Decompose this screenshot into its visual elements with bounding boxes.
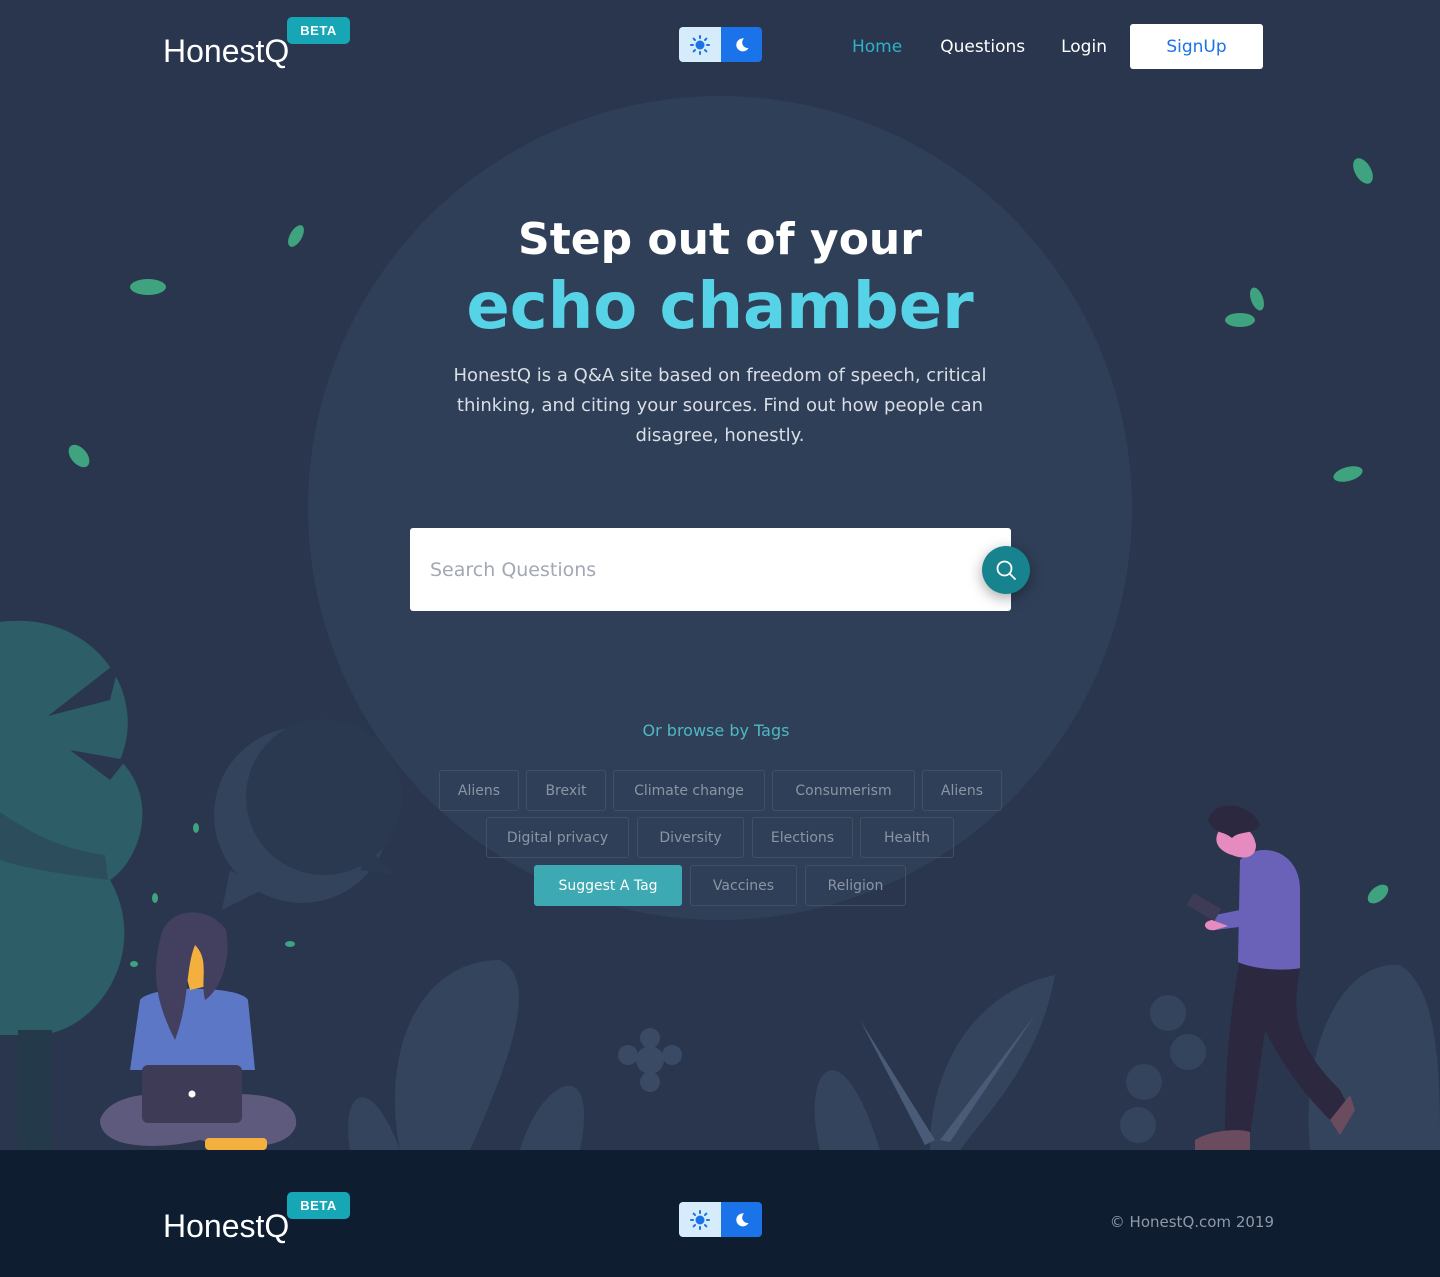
sun-icon: [690, 1209, 710, 1230]
tag-consumerism[interactable]: Consumerism: [772, 770, 915, 811]
suggest-tag-button[interactable]: Suggest A Tag: [534, 865, 682, 906]
search-input[interactable]: [430, 528, 970, 611]
footer-light-theme-button[interactable]: [679, 1202, 721, 1237]
hero-headline-line1: Step out of your: [518, 214, 922, 265]
nav-questions-link[interactable]: Questions: [940, 37, 1025, 57]
tag-elections[interactable]: Elections: [752, 817, 853, 858]
tag-health[interactable]: Health: [860, 817, 954, 858]
theme-toggle[interactable]: [679, 27, 762, 62]
hero-tagline: HonestQ is a Q&A site based on freedom o…: [453, 365, 987, 446]
nav-home-link[interactable]: Home: [852, 37, 902, 57]
copyright-text: © HonestQ.com 2019: [1109, 1213, 1274, 1231]
tag-brexit[interactable]: Brexit: [526, 770, 606, 811]
search-button[interactable]: [982, 546, 1030, 594]
tag-vaccines[interactable]: Vaccines: [690, 865, 797, 906]
beta-badge: BETA: [287, 17, 350, 44]
footer-brand-name: HonestQ: [163, 1208, 290, 1244]
moon-icon: [735, 37, 748, 51]
footer-theme-toggle[interactable]: [679, 1202, 762, 1237]
tag-climate-change[interactable]: Climate change: [613, 770, 765, 811]
search-icon: [996, 560, 1016, 580]
hero-headline-line2: echo chamber: [466, 270, 974, 344]
main-nav: Home Questions Login SignUp: [830, 24, 1263, 69]
search-box: [410, 528, 1011, 611]
nav-login-link[interactable]: Login: [1061, 37, 1107, 57]
tag-aliens-2[interactable]: Aliens: [922, 770, 1002, 811]
hero-section: HonestQ BETA Home Questions Login SignUp…: [0, 0, 1440, 1150]
light-theme-button[interactable]: [679, 27, 721, 62]
brand-name: HonestQ: [163, 33, 290, 69]
sun-icon: [690, 34, 710, 55]
signup-button[interactable]: SignUp: [1129, 24, 1263, 69]
footer-beta-badge: BETA: [287, 1192, 350, 1219]
dark-theme-button[interactable]: [721, 27, 762, 62]
tag-digital-privacy[interactable]: Digital privacy: [486, 817, 629, 858]
moon-icon: [735, 1212, 748, 1226]
tag-diversity[interactable]: Diversity: [637, 817, 744, 858]
browse-tags-label: Or browse by Tags: [642, 721, 790, 740]
footer-dark-theme-button[interactable]: [721, 1202, 762, 1237]
tag-religion[interactable]: Religion: [805, 865, 906, 906]
tag-aliens[interactable]: Aliens: [439, 770, 519, 811]
